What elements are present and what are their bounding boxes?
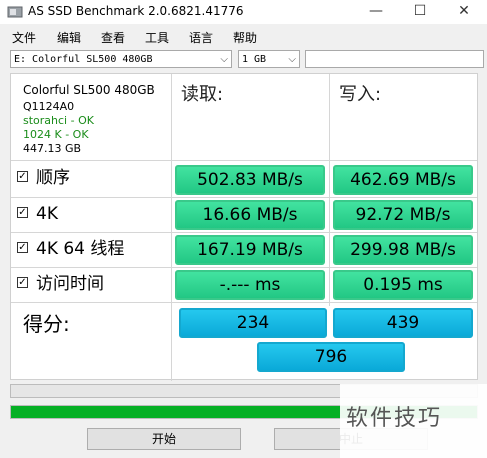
4k64-write-result: 299.98 MB/s [333,235,473,265]
checkbox-checked-icon[interactable]: ✓ [17,206,28,218]
drive-model: Colorful SL500 480GB [23,83,155,97]
app-icon [7,6,23,18]
grid-divider [11,302,477,303]
4k-write-result: 92.72 MB/s [333,200,473,230]
checkbox-checked-icon[interactable]: ✓ [17,241,28,253]
chevron-down-icon: ⌵ [220,54,228,65]
size-select-value: 1 GB [242,54,267,65]
sequential-write-result: 462.69 MB/s [333,165,473,195]
chevron-down-icon: ⌵ [288,54,296,65]
maximize-button[interactable]: ☐ [402,0,438,24]
drive-path-input[interactable] [305,50,484,68]
row-access-time[interactable]: ✓ 访问时间 [17,274,104,294]
size-select[interactable]: 1 GB ⌵ [238,50,300,68]
start-button[interactable]: 开始 [87,428,241,450]
grid-divider [171,74,172,381]
score-label: 得分: [23,312,70,336]
grid-divider [11,197,477,198]
menu-bar: 文件 编辑 查看 工具 语言 帮助 [0,26,487,46]
sequential-read-result: 502.83 MB/s [175,165,325,195]
menu-language[interactable]: 语言 [189,29,213,46]
read-column-header: 读取: [181,84,224,105]
close-button[interactable]: ✕ [446,0,482,24]
access-time-write-result: 0.195 ms [333,270,473,300]
write-score: 439 [333,308,473,338]
row-4k-64-threads[interactable]: ✓ 4K 64 线程 [17,239,124,259]
row-label: 4K [36,204,58,224]
drive-select[interactable]: E: Colorful SL500 480GB ⌵ [10,50,232,68]
grid-divider [329,74,330,306]
row-label: 顺序 [36,168,70,188]
title-bar: AS SSD Benchmark 2.0.6821.41776 — ☐ ✕ [0,0,487,24]
watermark-text: 软件技巧 [346,406,443,431]
total-score: 796 [257,342,405,372]
drive-firmware: Q1124A0 [23,100,75,113]
drive-capacity: 447.13 GB [23,142,82,155]
grid-divider [11,232,477,233]
4k-read-result: 16.66 MB/s [175,200,325,230]
menu-edit[interactable]: 编辑 [57,29,81,46]
grid-divider [11,267,477,268]
row-4k[interactable]: ✓ 4K [17,204,58,224]
driver-status: storahci - OK [23,114,94,127]
access-time-read-result: -.--- ms [175,270,325,300]
alignment-status: 1024 K - OK [23,128,89,141]
grid-divider [11,160,477,161]
read-score: 234 [179,308,327,338]
drive-select-value: E: Colorful SL500 480GB [14,54,153,65]
menu-file[interactable]: 文件 [12,29,36,46]
4k64-read-result: 167.19 MB/s [175,235,325,265]
row-label: 访问时间 [36,274,104,294]
menu-help[interactable]: 帮助 [233,29,257,46]
minimize-button[interactable]: — [358,0,394,24]
window-title: AS SSD Benchmark 2.0.6821.41776 [28,4,244,18]
write-column-header: 写入: [339,84,382,105]
checkbox-checked-icon[interactable]: ✓ [17,276,28,288]
row-label: 4K 64 线程 [36,239,125,259]
checkbox-checked-icon[interactable]: ✓ [17,170,28,182]
menu-tools[interactable]: 工具 [145,29,169,46]
row-sequential[interactable]: ✓ 顺序 [17,168,70,188]
menu-view[interactable]: 查看 [101,29,125,46]
results-grid: Colorful SL500 480GB Q1124A0 storahci - … [10,73,478,381]
